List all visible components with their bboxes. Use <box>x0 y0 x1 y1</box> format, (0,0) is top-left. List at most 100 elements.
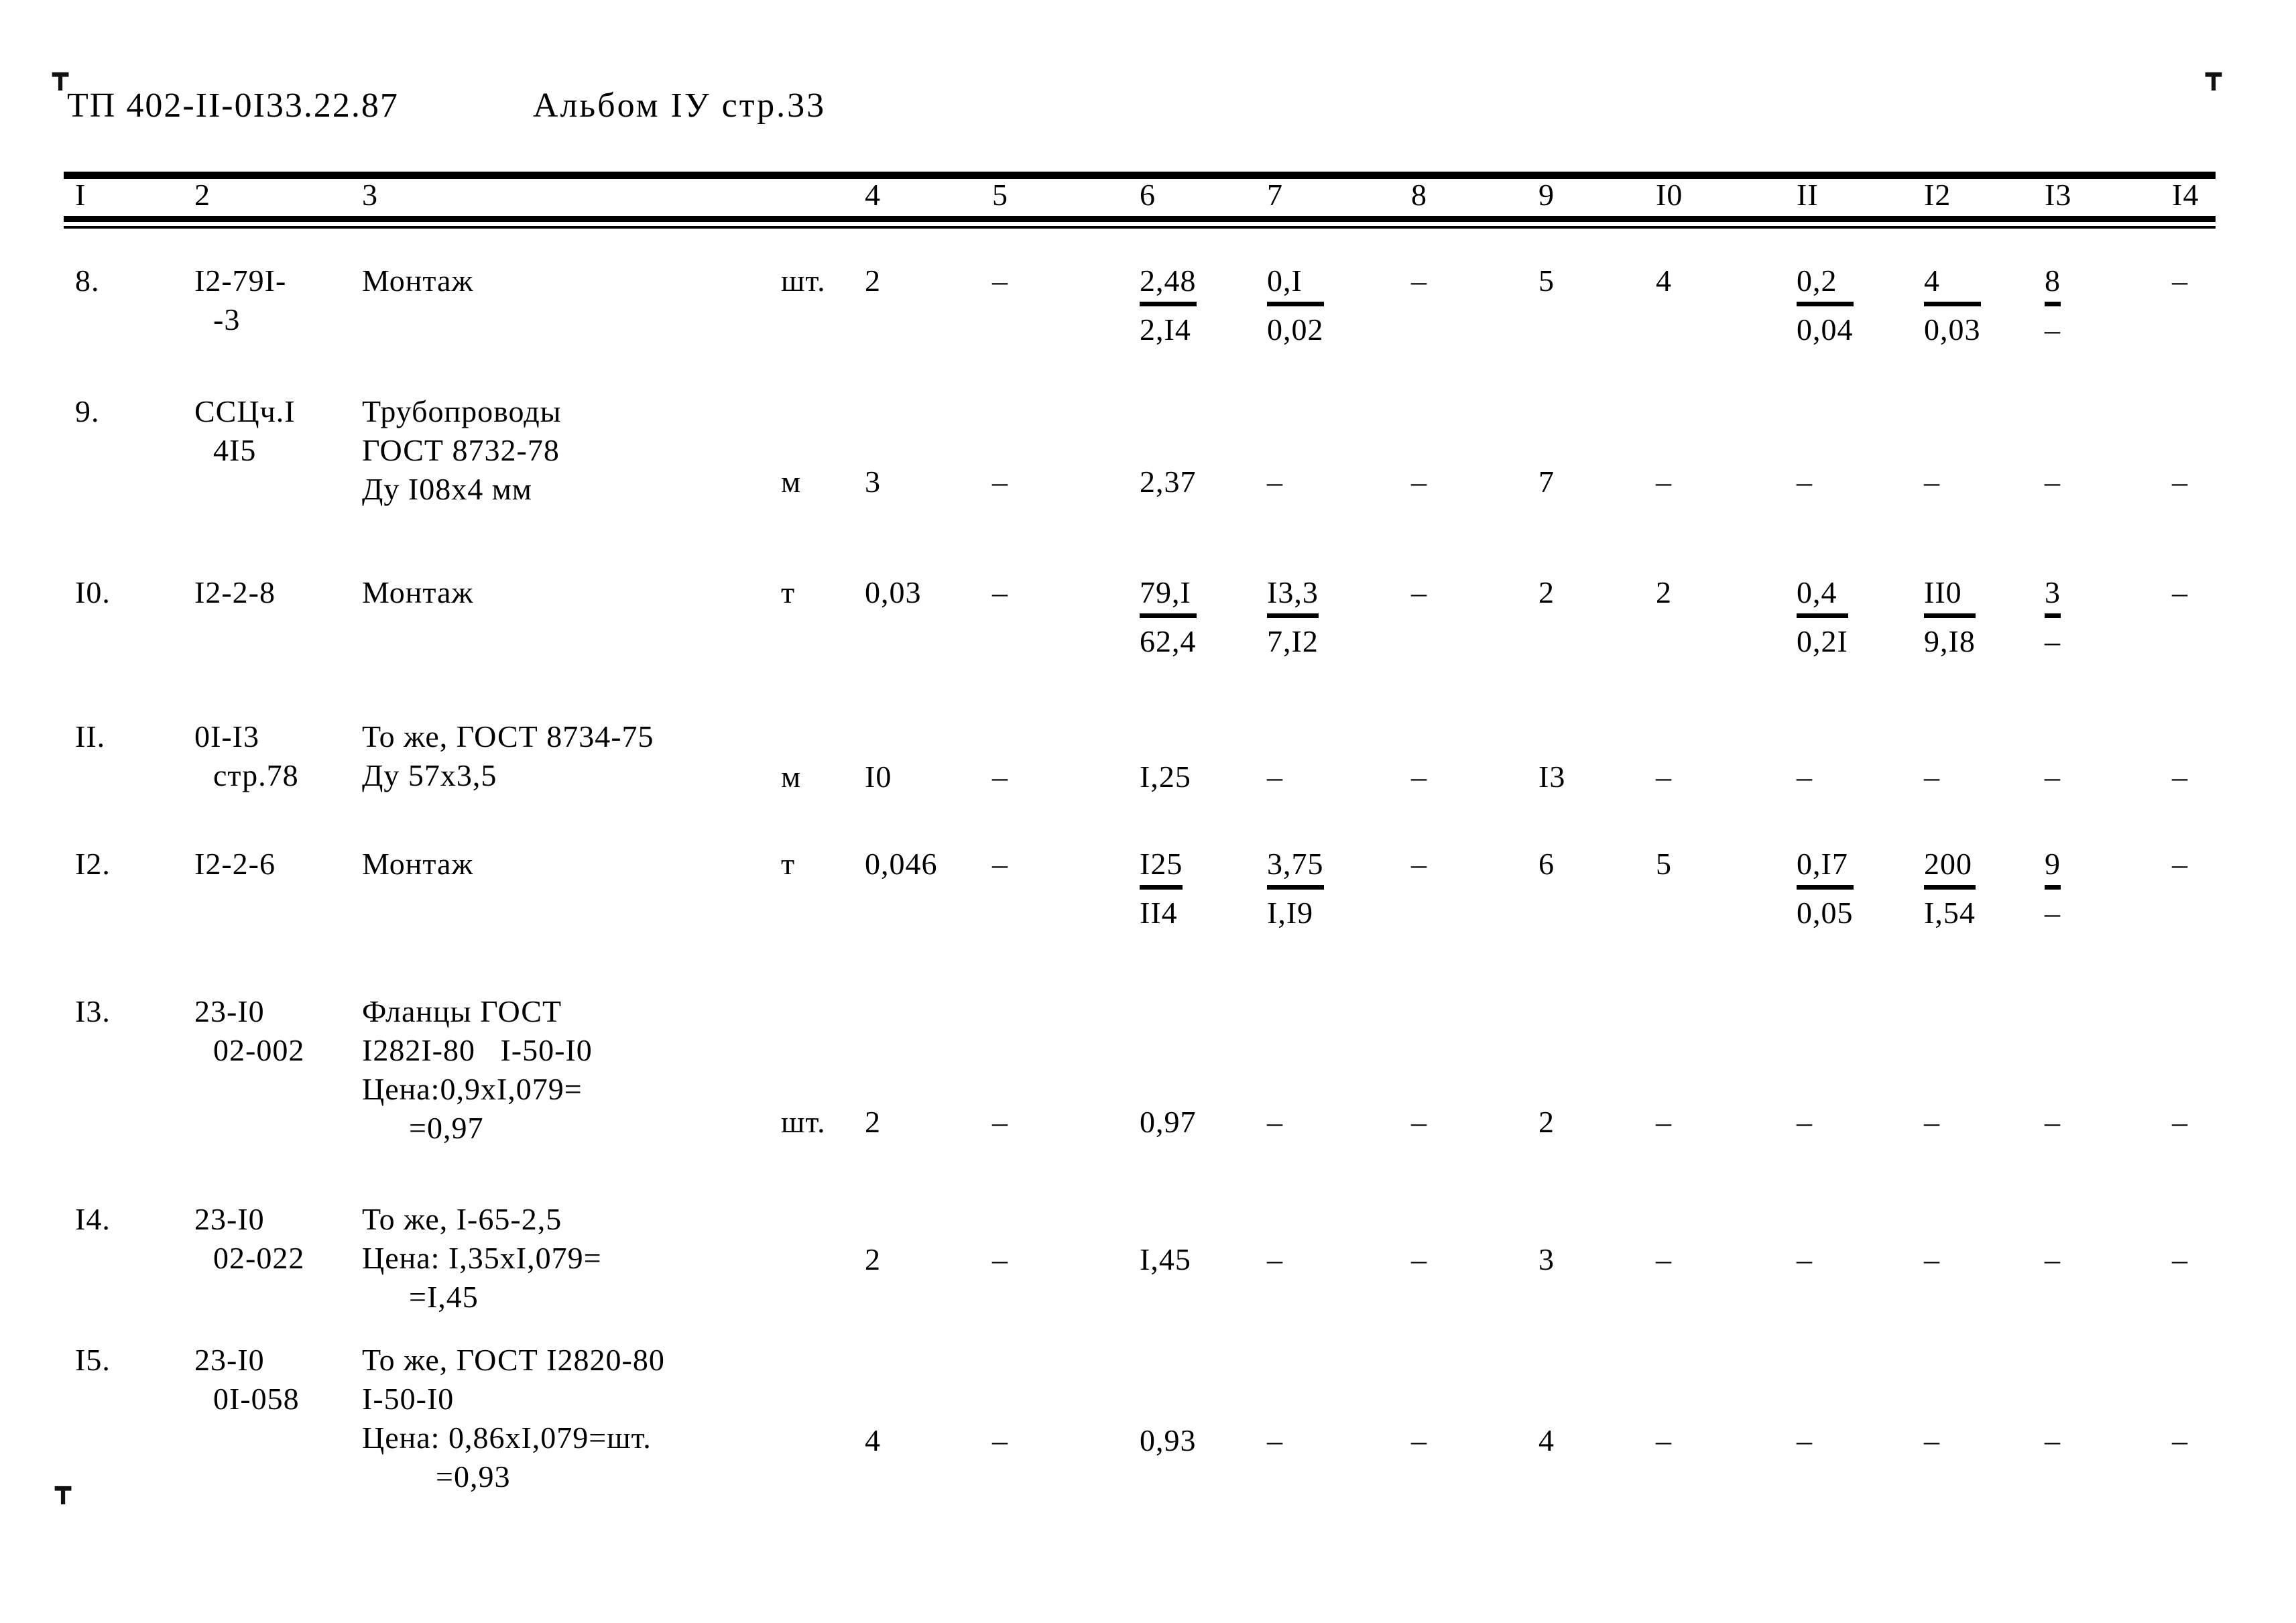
row-col8-value: – <box>1411 575 1427 609</box>
row-c12-fraction: II0 9,I8 <box>1924 573 1976 661</box>
row-unit: м <box>781 465 802 499</box>
album-page-label: Альбом IУ стр.33 <box>532 86 827 125</box>
row-code-line1: 23-I0 <box>194 1202 265 1236</box>
row-number: I3. <box>75 994 111 1028</box>
row-c7-denominator: 0,02 <box>1267 312 1324 347</box>
row-col4-value: 0,03 <box>865 575 922 609</box>
row-description-line4: =0,97 <box>409 1111 484 1145</box>
row-c7-fraction: – <box>1267 1421 1283 1460</box>
row-c6-fraction: 0,93 <box>1140 1421 1197 1460</box>
row-c6-fraction: I25 II4 <box>1140 845 1183 933</box>
column-header-II: II <box>1797 178 1819 212</box>
row-number: 9. <box>75 394 100 428</box>
row-col8-value: – <box>1411 1423 1427 1457</box>
crop-mark-top-left: ┳ <box>52 62 69 93</box>
row-col9-value: 3 <box>1538 1242 1555 1276</box>
row-description-line2: I282I-80 I-50-I0 <box>362 1033 593 1067</box>
row-c11-fraction: 0,2 0,04 <box>1797 261 1854 349</box>
row-c6-numerator: I25 <box>1140 845 1183 890</box>
row-description-line1: То же, ГОСТ 8734-75 <box>362 719 654 754</box>
row-c13-numerator: 8 <box>2045 261 2061 306</box>
row-c6-numerator: 79,I <box>1140 573 1197 618</box>
row-col9-value: 2 <box>1538 1105 1555 1139</box>
row-c12-numerator: – <box>1924 1242 1940 1276</box>
row-number: 8. <box>75 263 100 298</box>
row-col4-value: 2 <box>865 263 881 298</box>
row-c11-fraction: – <box>1797 1421 1813 1460</box>
row-c7-denominator: 7,I2 <box>1267 624 1319 658</box>
row-c11-numerator: – <box>1797 1105 1813 1139</box>
row-col8-value: – <box>1411 1242 1427 1276</box>
row-col10-value: – <box>1656 1105 1672 1139</box>
row-number: I4. <box>75 1202 111 1236</box>
row-c6-fraction: I,25 <box>1140 758 1191 796</box>
row-description-line1: Фланцы ГОСТ <box>362 994 562 1028</box>
row-c11-fraction: – <box>1797 1240 1813 1279</box>
row-code-line1: I2-79I- <box>194 263 287 298</box>
row-col5-value: – <box>992 760 1008 794</box>
row-c12-fraction: – <box>1924 463 1940 501</box>
scanned-page: ┳ ┳ ┳ ТП 402-II-0I33.22.87 Альбом IУ стр.… <box>0 0 2296 1623</box>
row-col10-value: 2 <box>1656 575 1672 609</box>
row-code-line2: 4I5 <box>213 433 257 467</box>
row-c6-numerator: 0,97 <box>1140 1105 1197 1139</box>
row-col5-value: – <box>992 1105 1008 1139</box>
row-c12-fraction: – <box>1924 1240 1940 1279</box>
row-col9-value: 5 <box>1538 263 1555 298</box>
row-c7-numerator: – <box>1267 1242 1283 1276</box>
row-c11-fraction: – <box>1797 758 1813 796</box>
row-c13-numerator: – <box>2045 465 2061 499</box>
row-c6-numerator: 0,93 <box>1140 1423 1197 1457</box>
row-c7-numerator: – <box>1267 1105 1283 1139</box>
row-col14-value: – <box>2172 263 2188 298</box>
row-col10-value: – <box>1656 465 1672 499</box>
row-description-line3: Цена: 0,86хI,079=шт. <box>362 1421 652 1455</box>
row-col14-value: – <box>2172 1423 2188 1457</box>
row-description-line4: =0,93 <box>436 1459 511 1494</box>
row-col14-value: – <box>2172 1105 2188 1139</box>
row-c7-fraction: I3,3 7,I2 <box>1267 573 1319 661</box>
row-c13-numerator: – <box>2045 1105 2061 1139</box>
row-code-line1: 0I-I3 <box>194 719 259 754</box>
row-col14-value: – <box>2172 1242 2188 1276</box>
row-c13-fraction: – <box>2045 1103 2061 1142</box>
row-c13-fraction: – <box>2045 758 2061 796</box>
row-col9-value: I3 <box>1538 760 1566 794</box>
row-description-line1: Монтаж <box>362 263 474 298</box>
row-c13-fraction: 9– <box>2045 845 2061 933</box>
row-code-line1: 23-I0 <box>194 994 265 1028</box>
row-code-line1: 23-I0 <box>194 1343 265 1377</box>
row-c13-denominator: – <box>2045 624 2061 658</box>
row-col10-value: 4 <box>1656 263 1672 298</box>
crop-mark-top-right: ┳ <box>2206 62 2222 93</box>
row-col5-value: – <box>992 465 1008 499</box>
row-col5-value: – <box>992 1242 1008 1276</box>
row-c13-numerator: – <box>2045 1242 2061 1276</box>
row-c13-numerator: 9 <box>2045 845 2061 890</box>
row-col10-value: 5 <box>1656 847 1672 881</box>
row-c12-numerator: – <box>1924 465 1940 499</box>
row-c13-fraction: – <box>2045 1421 2061 1460</box>
row-description-line3: Цена:0,9хI,079= <box>362 1072 583 1106</box>
row-c11-denominator: 0,04 <box>1797 312 1854 347</box>
row-c6-fraction: 2,48 2,I4 <box>1140 261 1197 349</box>
column-header-6: 6 <box>1140 178 1156 212</box>
column-header-I2: I2 <box>1924 178 1951 212</box>
row-c11-numerator: – <box>1797 465 1813 499</box>
row-col8-value: – <box>1411 465 1427 499</box>
row-c12-numerator: 200 <box>1924 845 1976 890</box>
row-c7-fraction: 0,I 0,02 <box>1267 261 1324 349</box>
row-c13-fraction: – <box>2045 463 2061 501</box>
row-col4-value: 2 <box>865 1105 881 1139</box>
row-col8-value: – <box>1411 1105 1427 1139</box>
row-c7-fraction: – <box>1267 1103 1283 1142</box>
row-c11-numerator: 0,2 <box>1797 261 1854 306</box>
page-header: ТП 402-II-0I33.22.87 Альбом IУ стр.33 <box>67 86 826 125</box>
row-c11-denominator: 0,2I <box>1797 624 1848 658</box>
row-c11-denominator: 0,05 <box>1797 896 1854 930</box>
row-c7-denominator: I,I9 <box>1267 896 1314 930</box>
row-description-line2: Цена: I,35хI,079= <box>362 1241 602 1275</box>
row-col9-value: 7 <box>1538 465 1555 499</box>
column-header-3: 3 <box>362 178 378 212</box>
row-code-line2: стр.78 <box>213 758 299 792</box>
